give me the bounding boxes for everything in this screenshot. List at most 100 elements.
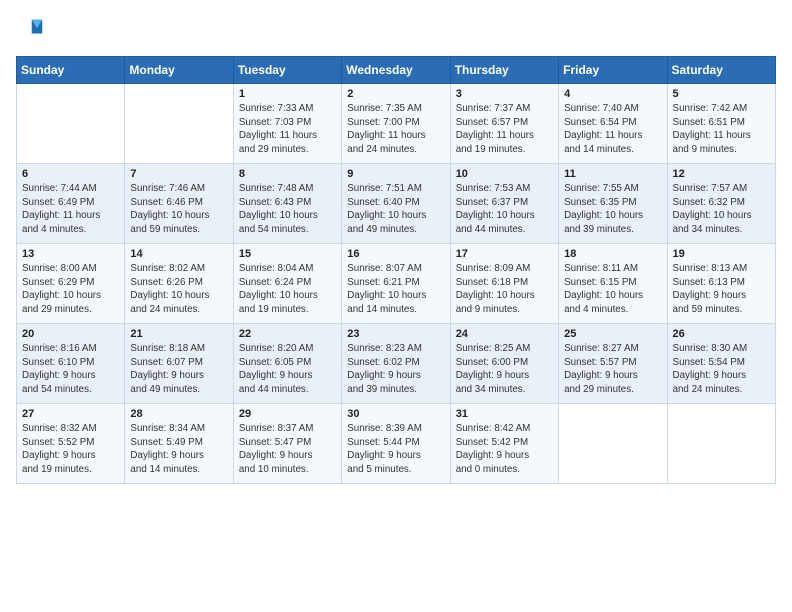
- day-content: Sunrise: 8:18 AMSunset: 6:07 PMDaylight:…: [130, 342, 227, 397]
- day-content: Sunrise: 8:39 AMSunset: 5:44 PMDaylight:…: [347, 422, 444, 477]
- day-number: 20: [22, 328, 119, 340]
- day-content: Sunrise: 7:37 AMSunset: 6:57 PMDaylight:…: [456, 102, 553, 157]
- day-content: Sunrise: 7:51 AMSunset: 6:40 PMDaylight:…: [347, 182, 444, 237]
- header-day: Saturday: [667, 57, 775, 84]
- day-cell: 13 Sunrise: 8:00 AMSunset: 6:29 PMDayligh…: [17, 244, 125, 324]
- day-number: 21: [130, 328, 227, 340]
- day-content: Sunrise: 7:55 AMSunset: 6:35 PMDaylight:…: [564, 182, 661, 237]
- day-cell: 3Sunrise: 7:37 AMSunset: 6:57 PMDaylight…: [450, 84, 558, 164]
- day-cell: 7Sunrise: 7:46 AMSunset: 6:46 PMDaylight…: [125, 164, 233, 244]
- header-row: SundayMondayTuesdayWednesdayThursdayFrid…: [17, 57, 776, 84]
- day-cell: 14 Sunrise: 8:02 AMSunset: 6:26 PMDayligh…: [125, 244, 233, 324]
- day-content: Sunrise: 7:42 AMSunset: 6:51 PMDaylight:…: [673, 102, 770, 157]
- logo-icon: [16, 16, 44, 44]
- day-cell: 2 Sunrise: 7:35 AMSunset: 7:00 PMDaylight…: [342, 84, 450, 164]
- day-number: 29: [239, 408, 336, 420]
- day-number: 22: [239, 328, 336, 340]
- day-content: Sunrise: 7:48 AMSunset: 6:43 PMDaylight:…: [239, 182, 336, 237]
- day-number: 6: [22, 168, 119, 180]
- day-cell: 20 Sunrise: 8:16 AMSunset: 6:10 PMDayligh…: [17, 324, 125, 404]
- day-content: Sunrise: 8:23 AMSunset: 6:02 PMDaylight:…: [347, 342, 444, 397]
- day-cell: 24 Sunrise: 8:25 AMSunset: 6:00 PMDayligh…: [450, 324, 558, 404]
- day-number: 15: [239, 248, 336, 260]
- day-number: 8: [239, 168, 336, 180]
- week-row: 20 Sunrise: 8:16 AMSunset: 6:10 PMDayligh…: [17, 324, 776, 404]
- day-cell: 23 Sunrise: 8:23 AMSunset: 6:02 PMDayligh…: [342, 324, 450, 404]
- day-content: Sunrise: 7:53 AMSunset: 6:37 PMDaylight:…: [456, 182, 553, 237]
- day-cell: 12 Sunrise: 7:57 AMSunset: 6:32 PMDayligh…: [667, 164, 775, 244]
- header-day: Tuesday: [233, 57, 341, 84]
- day-content: Sunrise: 8:20 AMSunset: 6:05 PMDaylight:…: [239, 342, 336, 397]
- day-number: 12: [673, 168, 770, 180]
- day-cell: 5 Sunrise: 7:42 AMSunset: 6:51 PMDaylight…: [667, 84, 775, 164]
- header-day: Monday: [125, 57, 233, 84]
- day-cell: 30Sunrise: 8:39 AMSunset: 5:44 PMDayligh…: [342, 404, 450, 484]
- day-content: Sunrise: 8:42 AMSunset: 5:42 PMDaylight:…: [456, 422, 553, 477]
- day-cell: 6 Sunrise: 7:44 AMSunset: 6:49 PMDaylight…: [17, 164, 125, 244]
- day-cell: 16 Sunrise: 8:07 AMSunset: 6:21 PMDayligh…: [342, 244, 450, 324]
- header-day: Wednesday: [342, 57, 450, 84]
- day-number: 17: [456, 248, 553, 260]
- day-content: Sunrise: 8:02 AMSunset: 6:26 PMDaylight:…: [130, 262, 227, 317]
- day-content: Sunrise: 8:37 AMSunset: 5:47 PMDaylight:…: [239, 422, 336, 477]
- day-cell: 21 Sunrise: 8:18 AMSunset: 6:07 PMDayligh…: [125, 324, 233, 404]
- day-content: Sunrise: 8:30 AMSunset: 5:54 PMDaylight:…: [673, 342, 770, 397]
- day-cell: 29 Sunrise: 8:37 AMSunset: 5:47 PMDayligh…: [233, 404, 341, 484]
- day-content: Sunrise: 8:00 AMSunset: 6:29 PMDaylight:…: [22, 262, 119, 317]
- week-row: 27Sunrise: 8:32 AMSunset: 5:52 PMDayligh…: [17, 404, 776, 484]
- day-content: Sunrise: 8:13 AMSunset: 6:13 PMDaylight:…: [673, 262, 770, 317]
- day-number: 11: [564, 168, 661, 180]
- day-cell: 19 Sunrise: 8:13 AMSunset: 6:13 PMDayligh…: [667, 244, 775, 324]
- day-number: 16: [347, 248, 444, 260]
- day-number: 23: [347, 328, 444, 340]
- header-day: Friday: [559, 57, 667, 84]
- day-content: Sunrise: 8:32 AMSunset: 5:52 PMDaylight:…: [22, 422, 119, 477]
- day-content: Sunrise: 8:34 AMSunset: 5:49 PMDaylight:…: [130, 422, 227, 477]
- day-cell: 27Sunrise: 8:32 AMSunset: 5:52 PMDayligh…: [17, 404, 125, 484]
- day-number: 9: [347, 168, 444, 180]
- day-number: 5: [673, 88, 770, 100]
- day-cell: 9 Sunrise: 7:51 AMSunset: 6:40 PMDaylight…: [342, 164, 450, 244]
- day-number: 26: [673, 328, 770, 340]
- day-cell: 28 Sunrise: 8:34 AMSunset: 5:49 PMDayligh…: [125, 404, 233, 484]
- day-content: Sunrise: 7:44 AMSunset: 6:49 PMDaylight:…: [22, 182, 119, 237]
- week-row: 6 Sunrise: 7:44 AMSunset: 6:49 PMDaylight…: [17, 164, 776, 244]
- day-content: Sunrise: 7:40 AMSunset: 6:54 PMDaylight:…: [564, 102, 661, 157]
- day-cell: 11 Sunrise: 7:55 AMSunset: 6:35 PMDayligh…: [559, 164, 667, 244]
- day-content: Sunrise: 7:57 AMSunset: 6:32 PMDaylight:…: [673, 182, 770, 237]
- day-content: Sunrise: 8:16 AMSunset: 6:10 PMDaylight:…: [22, 342, 119, 397]
- day-cell: 10 Sunrise: 7:53 AMSunset: 6:37 PMDayligh…: [450, 164, 558, 244]
- day-number: 7: [130, 168, 227, 180]
- day-cell: 1 Sunrise: 7:33 AMSunset: 7:03 PMDaylight…: [233, 84, 341, 164]
- day-cell: 15 Sunrise: 8:04 AMSunset: 6:24 PMDayligh…: [233, 244, 341, 324]
- day-cell: 4 Sunrise: 7:40 AMSunset: 6:54 PMDaylight…: [559, 84, 667, 164]
- day-content: Sunrise: 8:25 AMSunset: 6:00 PMDaylight:…: [456, 342, 553, 397]
- day-number: 14: [130, 248, 227, 260]
- day-content: Sunrise: 8:07 AMSunset: 6:21 PMDaylight:…: [347, 262, 444, 317]
- day-content: Sunrise: 8:27 AMSunset: 5:57 PMDaylight:…: [564, 342, 661, 397]
- week-row: 13 Sunrise: 8:00 AMSunset: 6:29 PMDayligh…: [17, 244, 776, 324]
- calendar-table: SundayMondayTuesdayWednesdayThursdayFrid…: [16, 56, 776, 484]
- day-content: Sunrise: 7:35 AMSunset: 7:00 PMDaylight:…: [347, 102, 444, 157]
- header-day: Thursday: [450, 57, 558, 84]
- day-number: 24: [456, 328, 553, 340]
- day-cell: 31 Sunrise: 8:42 AMSunset: 5:42 PMDayligh…: [450, 404, 558, 484]
- day-number: 2: [347, 88, 444, 100]
- day-cell: [17, 84, 125, 164]
- day-content: Sunrise: 8:04 AMSunset: 6:24 PMDaylight:…: [239, 262, 336, 317]
- day-cell: 25Sunrise: 8:27 AMSunset: 5:57 PMDayligh…: [559, 324, 667, 404]
- day-number: 18: [564, 248, 661, 260]
- day-number: 28: [130, 408, 227, 420]
- day-cell: 8 Sunrise: 7:48 AMSunset: 6:43 PMDaylight…: [233, 164, 341, 244]
- day-number: 31: [456, 408, 553, 420]
- day-number: 10: [456, 168, 553, 180]
- day-content: Sunrise: 8:11 AMSunset: 6:15 PMDaylight:…: [564, 262, 661, 317]
- header-day: Sunday: [17, 57, 125, 84]
- day-number: 1: [239, 88, 336, 100]
- day-number: 4: [564, 88, 661, 100]
- day-number: 19: [673, 248, 770, 260]
- day-content: Sunrise: 7:33 AMSunset: 7:03 PMDaylight:…: [239, 102, 336, 157]
- day-content: Sunrise: 8:09 AMSunset: 6:18 PMDaylight:…: [456, 262, 553, 317]
- day-number: 13: [22, 248, 119, 260]
- day-cell: 17 Sunrise: 8:09 AMSunset: 6:18 PMDayligh…: [450, 244, 558, 324]
